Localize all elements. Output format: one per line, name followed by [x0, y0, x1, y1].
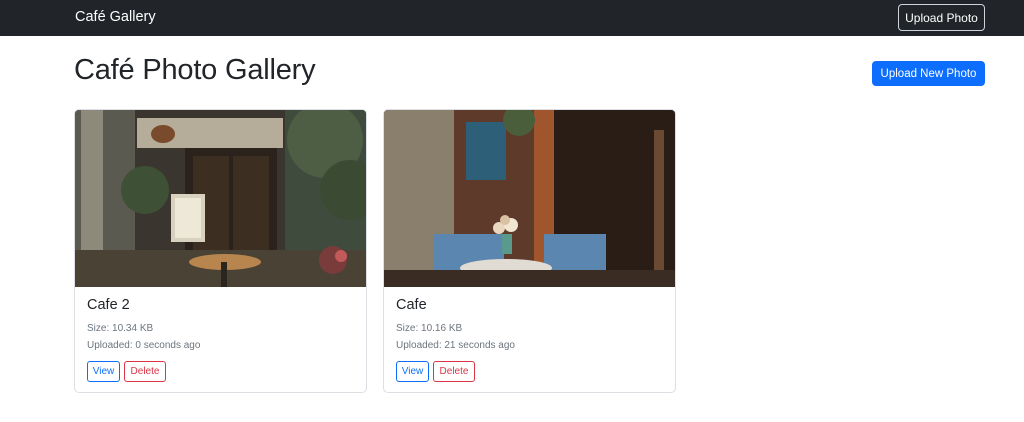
- photo-card-body: Cafe Size: 10.16 KB Uploaded: 21 seconds…: [384, 287, 675, 392]
- photo-title: Cafe 2: [87, 297, 130, 313]
- navbar-brand[interactable]: Café Gallery: [75, 9, 156, 25]
- photo-card-body: Cafe 2 Size: 10.34 KB Uploaded: 0 second…: [75, 287, 366, 392]
- page-title: Café Photo Gallery: [74, 54, 316, 86]
- photo-size: Size: 10.16 KB: [396, 323, 463, 334]
- top-navbar: Café Gallery Upload Photo: [0, 0, 1024, 36]
- photo-uploaded-time: Uploaded: 0 seconds ago: [87, 339, 201, 351]
- delete-button[interactable]: Delete: [124, 361, 166, 382]
- photo-uploaded-time: Uploaded: 21 seconds ago: [396, 339, 515, 351]
- cafe-terrace-photo: [384, 110, 675, 287]
- view-button[interactable]: View: [87, 361, 120, 382]
- photo-size: Size: 10.34 KB: [87, 323, 154, 334]
- view-button[interactable]: View: [396, 361, 429, 382]
- cafe-storefront-photo: [75, 110, 366, 287]
- photo-card: Cafe Size: 10.16 KB Uploaded: 21 seconds…: [383, 109, 676, 393]
- navbar-upload-photo-button[interactable]: Upload Photo: [898, 4, 985, 31]
- photo-title: Cafe: [396, 297, 427, 313]
- photo-card: Cafe 2 Size: 10.34 KB Uploaded: 0 second…: [74, 109, 367, 393]
- delete-button[interactable]: Delete: [433, 361, 475, 382]
- upload-new-photo-button[interactable]: Upload New Photo: [872, 61, 985, 86]
